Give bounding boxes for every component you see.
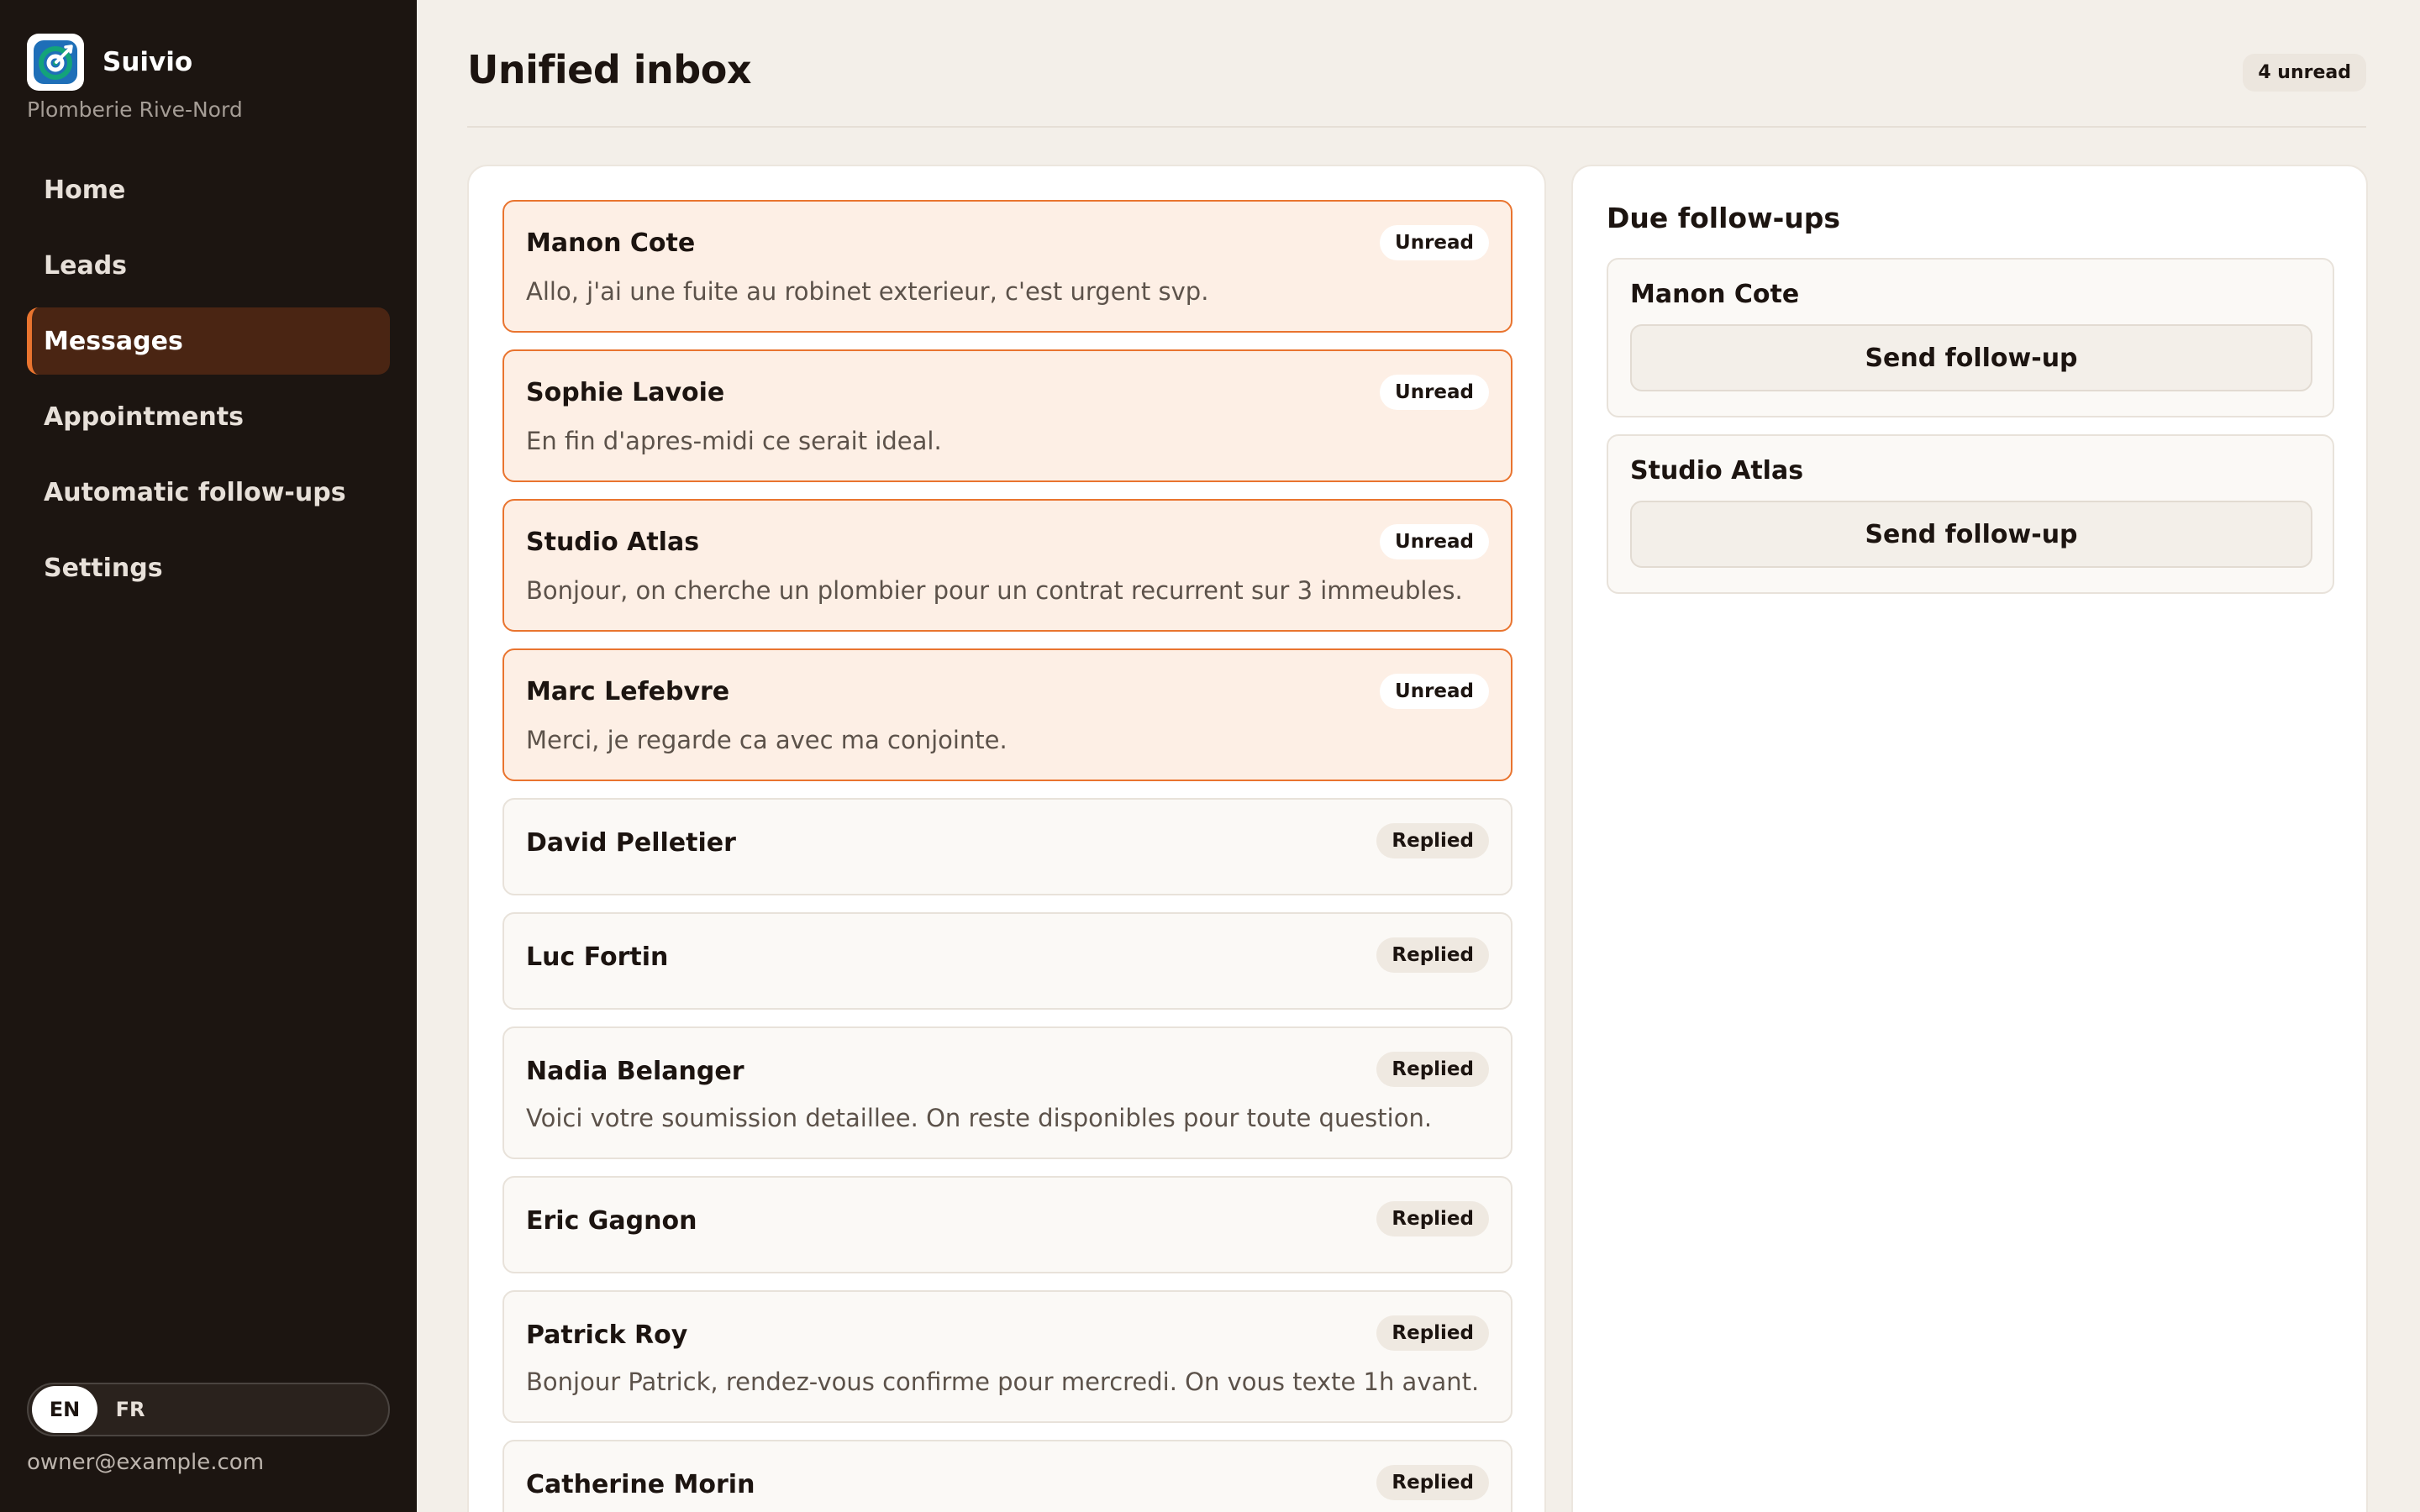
- message-item[interactable]: David Pelletier Replied: [502, 798, 1512, 895]
- message-preview: Merci, je regarde ca avec ma conjointe.: [526, 726, 1007, 754]
- status-badge: Unread: [1380, 375, 1489, 410]
- follow-ups-title: Due follow-ups: [1607, 202, 1841, 234]
- main-content: Unified inbox 4 unread Manon Cote Unread…: [417, 0, 2420, 1512]
- due-follow-ups-panel: Due follow-ups Manon Cote Send follow-up…: [1571, 165, 2368, 1512]
- sidebar-item-leads[interactable]: Leads: [27, 232, 390, 299]
- sidebar-item-label: Home: [44, 175, 126, 205]
- sidebar-item-settings[interactable]: Settings: [27, 534, 390, 601]
- message-sender: Luc Fortin: [526, 942, 669, 972]
- message-item[interactable]: Eric Gagnon Replied: [502, 1176, 1512, 1273]
- follow-up-card: Manon Cote Send follow-up: [1607, 258, 2334, 417]
- message-item[interactable]: Nadia Belanger Replied Voici votre soumi…: [502, 1026, 1512, 1159]
- sidebar-item-appointments[interactable]: Appointments: [27, 383, 390, 450]
- sidebar-item-automatic-follow-ups[interactable]: Automatic follow-ups: [27, 459, 390, 526]
- message-item[interactable]: Manon Cote Unread Allo, j'ai une fuite a…: [502, 200, 1512, 333]
- message-item[interactable]: Patrick Roy Replied Bonjour Patrick, ren…: [502, 1290, 1512, 1423]
- message-item[interactable]: Sophie Lavoie Unread En fin d'apres-midi…: [502, 349, 1512, 482]
- message-sender: Patrick Roy: [526, 1320, 688, 1350]
- sidebar-item-label: Settings: [44, 553, 163, 583]
- follow-up-contact: Studio Atlas: [1630, 456, 1804, 486]
- app-name: Suivio: [103, 47, 193, 77]
- sidebar-item-label: Leads: [44, 250, 128, 281]
- sidebar-item-label: Appointments: [44, 402, 244, 432]
- message-sender: Marc Lefebvre: [526, 677, 730, 706]
- message-sender: Manon Cote: [526, 228, 696, 258]
- user-email: owner@example.com: [27, 1450, 265, 1475]
- unread-count-badge: 4 unread: [2243, 54, 2366, 92]
- message-sender: Catherine Morin: [526, 1470, 755, 1499]
- message-preview: Voici votre soumission detaillee. On res…: [526, 1104, 1433, 1132]
- message-item[interactable]: Studio Atlas Unread Bonjour, on cherche …: [502, 499, 1512, 632]
- target-icon: [34, 40, 77, 84]
- status-badge: Replied: [1376, 1315, 1489, 1351]
- status-badge: Unread: [1380, 524, 1489, 559]
- language-toggle: EN FR: [27, 1383, 390, 1436]
- message-preview: Bonjour, on cherche un plombier pour un …: [526, 576, 1463, 605]
- page-title: Unified inbox: [467, 47, 752, 92]
- message-preview: Bonjour Patrick, rendez-vous confirme po…: [526, 1368, 1480, 1396]
- status-badge: Replied: [1376, 937, 1489, 973]
- inbox-list: Manon Cote Unread Allo, j'ai une fuite a…: [467, 165, 1546, 1512]
- message-sender: Sophie Lavoie: [526, 378, 725, 407]
- status-badge: Replied: [1376, 1201, 1489, 1236]
- brand: Suivio: [27, 34, 192, 91]
- send-follow-up-button[interactable]: Send follow-up: [1630, 324, 2312, 391]
- status-badge: Unread: [1380, 674, 1489, 709]
- message-item[interactable]: Catherine Morin Replied: [502, 1440, 1512, 1512]
- sidebar-item-messages[interactable]: Messages: [27, 307, 390, 375]
- message-preview: Allo, j'ai une fuite au robinet exterieu…: [526, 277, 1209, 306]
- sidebar-item-label: Automatic follow-ups: [44, 477, 346, 507]
- send-follow-up-button[interactable]: Send follow-up: [1630, 501, 2312, 568]
- language-fr-button[interactable]: FR: [97, 1386, 163, 1433]
- status-badge: Unread: [1380, 225, 1489, 260]
- sidebar-item-home[interactable]: Home: [27, 156, 390, 223]
- message-item[interactable]: Marc Lefebvre Unread Merci, je regarde c…: [502, 648, 1512, 781]
- message-sender: Eric Gagnon: [526, 1206, 697, 1236]
- language-en-button[interactable]: EN: [32, 1386, 97, 1433]
- message-preview: En fin d'apres-midi ce serait ideal.: [526, 427, 942, 455]
- message-item[interactable]: Luc Fortin Replied: [502, 912, 1512, 1010]
- status-badge: Replied: [1376, 823, 1489, 858]
- status-badge: Replied: [1376, 1052, 1489, 1087]
- page-header: Unified inbox 4 unread: [467, 47, 2366, 128]
- app-logo: [27, 34, 84, 91]
- status-badge: Replied: [1376, 1465, 1489, 1500]
- message-sender: David Pelletier: [526, 828, 736, 858]
- sidebar-item-label: Messages: [44, 326, 183, 356]
- follow-up-card: Studio Atlas Send follow-up: [1607, 434, 2334, 594]
- sidebar-nav: Home Leads Messages Appointments Automat…: [27, 156, 390, 610]
- sidebar: Suivio Plomberie Rive-Nord Home Leads Me…: [0, 0, 417, 1512]
- message-sender: Studio Atlas: [526, 528, 700, 557]
- organization-name: Plomberie Rive-Nord: [27, 97, 243, 122]
- message-sender: Nadia Belanger: [526, 1057, 744, 1086]
- follow-up-contact: Manon Cote: [1630, 280, 1800, 309]
